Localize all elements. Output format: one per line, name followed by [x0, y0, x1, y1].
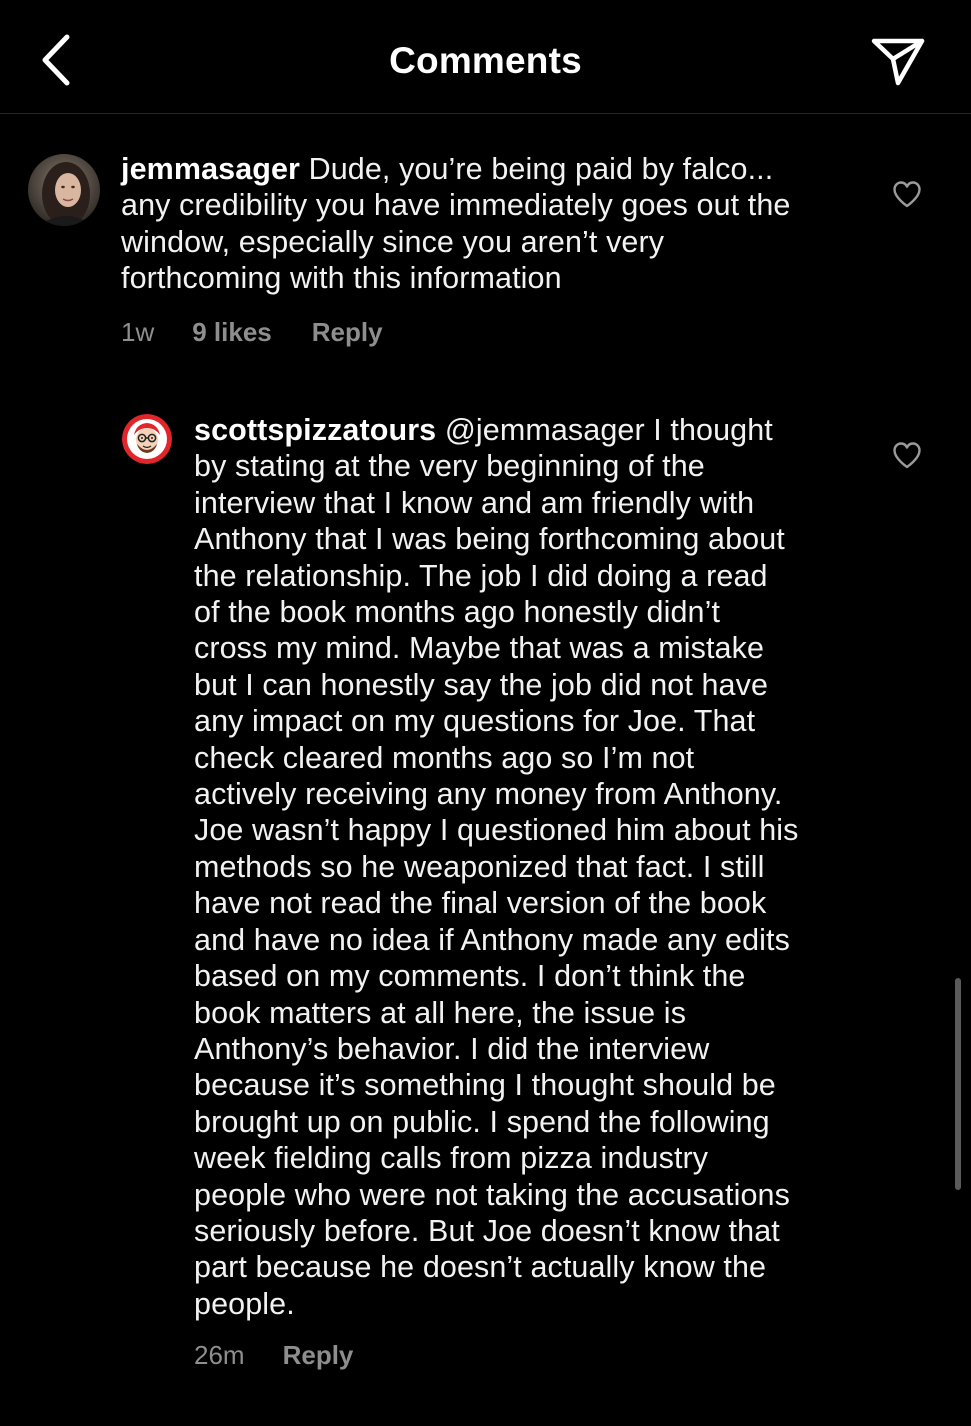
pizza-logo-avatar: [122, 414, 172, 464]
avatar[interactable]: [122, 414, 172, 464]
comment-body: jemmasager Dude, you’re being paid by fa…: [121, 151, 861, 297]
paper-plane-icon: [871, 38, 925, 86]
comment-username[interactable]: scottspizzatours: [194, 413, 436, 447]
comment-meta: 1w 9 likes Reply: [121, 316, 383, 348]
comment-username[interactable]: jemmasager: [121, 152, 300, 186]
page-title: Comments: [389, 40, 582, 81]
comment-body: scottspizzatours @jemmasager I thought b…: [194, 412, 864, 1322]
like-button[interactable]: [887, 435, 927, 475]
scrollbar[interactable]: [955, 978, 961, 1190]
reply-button[interactable]: Reply: [312, 317, 383, 348]
comment-text: @jemmasager I thought by stating at the …: [194, 413, 799, 1321]
avatar[interactable]: [28, 154, 100, 226]
share-button[interactable]: [866, 30, 930, 94]
heart-outline-icon: [893, 442, 921, 469]
comment-timestamp: 26m: [194, 1339, 245, 1370]
user-avatar-image: [28, 154, 100, 226]
comment-likes-count[interactable]: 9 likes: [192, 317, 272, 348]
header-bar: Comments: [0, 0, 971, 114]
comment-timestamp: 1w: [121, 316, 155, 347]
like-button[interactable]: [887, 174, 927, 214]
heart-outline-icon: [893, 181, 921, 208]
reply-button[interactable]: Reply: [283, 1340, 354, 1371]
comment-meta: 26m Reply: [194, 1339, 353, 1371]
